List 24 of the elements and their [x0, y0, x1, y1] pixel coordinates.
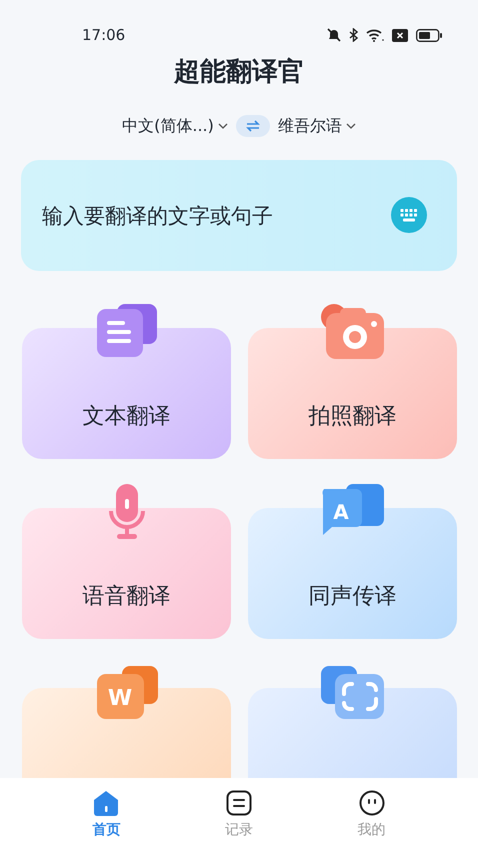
feature-card[interactable]: 语音翻译: [22, 508, 231, 639]
caret-icon: [346, 122, 356, 130]
feature-card[interactable]: 文本翻译: [22, 328, 231, 459]
wifi-icon: [366, 28, 384, 42]
source-language-dropdown[interactable]: 中文(简体...): [122, 114, 228, 138]
smiley-icon: [358, 790, 385, 816]
feature-card[interactable]: 拍照翻译: [248, 328, 457, 459]
app-title: 超能翻译官: [172, 56, 305, 89]
mute-icon: [327, 28, 341, 42]
bluetooth-icon: [349, 28, 358, 42]
battery-icon: [416, 28, 442, 42]
home-icon: [93, 790, 120, 816]
swap-icon: [244, 120, 261, 132]
list-icon: [226, 790, 252, 816]
tab-bar-item[interactable]: 首页: [71, 790, 142, 850]
caret-icon: [218, 122, 228, 130]
swap-button[interactable]: [236, 115, 270, 137]
sim-icon: [392, 28, 408, 42]
scan-frame-icon: [320, 663, 386, 721]
target-language-dropdown[interactable]: 维吾尔语: [278, 114, 356, 138]
text-input-field[interactable]: 输入要翻译的文字或句子: [21, 160, 457, 271]
status-time: 17:06: [82, 24, 126, 46]
keyboard-icon[interactable]: [391, 197, 427, 233]
camera-icon: [320, 303, 386, 361]
